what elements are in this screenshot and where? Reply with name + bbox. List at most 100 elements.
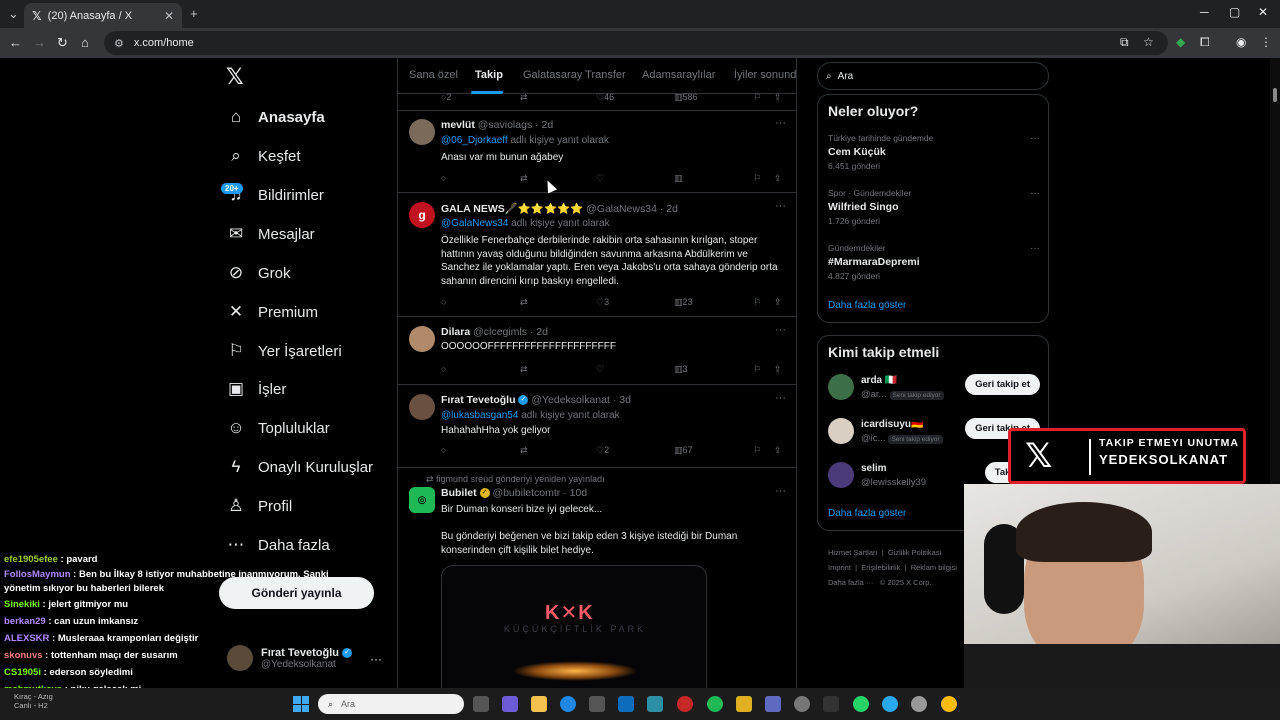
trend-more-icon[interactable]: ··· bbox=[1030, 133, 1040, 144]
author-name[interactable]: GALA NEWS🖋️⭐⭐⭐⭐⭐ bbox=[441, 203, 583, 215]
chrome-icon[interactable] bbox=[941, 696, 957, 712]
footer-link[interactable]: Imprint bbox=[828, 563, 851, 572]
tweet[interactable]: ⇄ figmund sreud gönderiyi yeniden yayınl… bbox=[398, 469, 796, 688]
trend-more-icon[interactable]: ··· bbox=[1030, 188, 1040, 199]
author-name[interactable]: mevlüt bbox=[441, 119, 475, 131]
maximize-icon[interactable]: ▢ bbox=[1229, 5, 1240, 19]
profile-avatar-icon[interactable]: ◉ bbox=[1236, 35, 1246, 49]
reply-mention[interactable]: @GalaNews34 bbox=[441, 218, 508, 229]
views-icon[interactable]: ▥ 23 bbox=[674, 297, 693, 308]
author-handle[interactable]: @saviolags bbox=[478, 119, 532, 131]
tweet[interactable]: g GALA NEWS🖋️⭐⭐⭐⭐⭐ @GalaNews34 · 2d ··· … bbox=[398, 194, 796, 317]
share-icon[interactable]: ⇪ bbox=[774, 92, 782, 103]
avatar[interactable] bbox=[828, 374, 854, 400]
trend-item[interactable]: Gündemdekiler #MarmaraDepremi 4.827 gönd… bbox=[828, 243, 1040, 281]
footer-link[interactable]: Hizmet Şartları bbox=[828, 548, 878, 557]
trend-more-icon[interactable]: ··· bbox=[1030, 243, 1040, 254]
search-input[interactable]: ⌕ Ara bbox=[817, 62, 1049, 90]
repost-icon[interactable]: ⇄ bbox=[520, 92, 528, 103]
views-icon[interactable]: ▥ bbox=[674, 173, 683, 184]
nav-item-profile[interactable]: ♙ Profil bbox=[226, 494, 292, 518]
window-close-icon[interactable]: ✕ bbox=[1258, 5, 1268, 19]
copilot-icon[interactable] bbox=[502, 696, 518, 712]
reply-icon[interactable]: ○ bbox=[441, 445, 446, 455]
tab-close-icon[interactable]: ✕ bbox=[164, 9, 174, 23]
nav-item-mail[interactable]: ✉ Mesajlar bbox=[226, 222, 315, 246]
share-icon[interactable]: ⇪ bbox=[774, 297, 782, 308]
trend-title[interactable]: Cem Küçük bbox=[828, 146, 1040, 158]
tweet[interactable]: mevlüt @saviolags · 2d ··· @06_Djorkaeff… bbox=[398, 111, 796, 193]
telegram-icon[interactable] bbox=[882, 696, 898, 712]
avatar[interactable] bbox=[828, 462, 854, 488]
bookmark-icon[interactable]: ⚐ bbox=[753, 364, 761, 375]
start-icon[interactable] bbox=[293, 696, 309, 712]
tweet-more-icon[interactable]: ··· bbox=[775, 200, 786, 212]
footer-link[interactable]: Reklam bilgisi bbox=[911, 563, 957, 572]
repost-icon[interactable]: ⇄ bbox=[520, 445, 528, 456]
reply-icon[interactable]: ○ bbox=[441, 297, 446, 307]
avatar[interactable] bbox=[828, 418, 854, 444]
nav-item-x[interactable]: ✕ Premium bbox=[226, 300, 318, 324]
spotify-icon[interactable] bbox=[707, 696, 723, 712]
follow-suggestion[interactable]: arda 🇮🇹 @ar... Seni takip ediyor Geri tak… bbox=[828, 374, 1040, 404]
tweet-time[interactable]: · 10d bbox=[563, 487, 587, 499]
task-view-icon[interactable] bbox=[473, 696, 489, 712]
repost-icon[interactable]: ⇄ bbox=[520, 173, 528, 184]
bookmark-icon[interactable]: ⚐ bbox=[753, 173, 761, 184]
edge-icon[interactable] bbox=[560, 696, 576, 712]
minimize-icon[interactable]: ─ bbox=[1200, 5, 1209, 19]
tweet-more-icon[interactable]: ··· bbox=[775, 117, 786, 129]
footer-link[interactable]: Gizlilik Politikası bbox=[888, 548, 942, 557]
author-name[interactable]: Fırat Tevetoğlu bbox=[441, 394, 515, 406]
back-icon[interactable]: ← bbox=[9, 35, 22, 50]
taskbar-search[interactable]: ⌕ Ara bbox=[318, 694, 464, 714]
x-logo-icon[interactable]: 𝕏 bbox=[226, 64, 244, 90]
bookmark-star-icon[interactable]: ☆ bbox=[1143, 35, 1154, 49]
tweet-time[interactable]: · 2d bbox=[660, 203, 678, 215]
tab-search-icon[interactable]: ⌄ bbox=[8, 6, 19, 22]
outlook-icon[interactable] bbox=[618, 696, 634, 712]
home-browser-icon[interactable]: ⌂ bbox=[81, 35, 89, 50]
trend-item[interactable]: Spor · Gündemdekiler Wilfried Singo 1.72… bbox=[828, 188, 1040, 226]
suggestion-name[interactable]: arda 🇮🇹 bbox=[861, 375, 897, 386]
suggestion-name[interactable]: selim bbox=[861, 463, 887, 474]
nav-item-briefcase[interactable]: ▣ İşler bbox=[226, 377, 286, 401]
new-tab-icon[interactable]: + bbox=[190, 6, 198, 21]
nav-item-grok[interactable]: ⊘ Grok bbox=[226, 261, 291, 285]
avatar[interactable]: g bbox=[409, 202, 435, 228]
browser-menu-icon[interactable]: ⋮ bbox=[1260, 35, 1272, 49]
footer-link[interactable]: Erişilebilirlik bbox=[861, 563, 900, 572]
views-icon[interactable]: ▥ 586 bbox=[674, 92, 698, 103]
author-handle[interactable]: @clcegimls bbox=[473, 326, 527, 338]
like-icon[interactable]: ♡ bbox=[596, 173, 604, 184]
views-icon[interactable]: ▥ 3 bbox=[674, 364, 688, 375]
tab-adamsaraylilar[interactable]: Adamsaraylılar bbox=[642, 69, 715, 81]
scrollbar-thumb[interactable] bbox=[1273, 88, 1277, 102]
bookmark-icon[interactable]: ⚐ bbox=[753, 445, 761, 456]
repost-icon[interactable]: ⇄ bbox=[520, 364, 528, 375]
who-show-more-link[interactable]: Daha fazla göster bbox=[828, 508, 906, 519]
forward-icon[interactable]: → bbox=[33, 35, 46, 50]
tweet-more-icon[interactable]: ··· bbox=[775, 485, 786, 497]
tweet-more-icon[interactable]: ··· bbox=[775, 324, 786, 336]
site-info-icon[interactable]: ⚙ bbox=[114, 37, 124, 50]
teams-icon[interactable] bbox=[765, 696, 781, 712]
trend-title[interactable]: Wilfried Singo bbox=[828, 201, 1040, 213]
bookmark-icon[interactable]: ⚐ bbox=[753, 92, 761, 103]
app-icon[interactable] bbox=[647, 696, 663, 712]
app-icon[interactable] bbox=[823, 696, 839, 712]
trend-item[interactable]: Türkiye tarihinde gündemde Cem Küçük 6.4… bbox=[828, 133, 1040, 171]
share-icon[interactable]: ⇪ bbox=[774, 364, 782, 375]
opera-icon[interactable] bbox=[677, 696, 693, 712]
nav-item-bolt[interactable]: ϟ Onaylı Kuruluşlar bbox=[226, 455, 374, 479]
avatar[interactable] bbox=[409, 326, 435, 352]
suggestion-name[interactable]: icardisuyu🇩🇪 bbox=[861, 419, 923, 430]
reply-icon[interactable]: ○ bbox=[441, 173, 446, 183]
app-icon[interactable] bbox=[911, 696, 927, 712]
reply-mention[interactable]: @06_Djorkaeff bbox=[441, 135, 508, 146]
shield-extension-icon[interactable]: ◆ bbox=[1176, 35, 1185, 49]
like-icon[interactable]: ♡ 2 bbox=[596, 445, 609, 456]
avatar[interactable] bbox=[409, 119, 435, 145]
nav-item-bookmark[interactable]: ⚐ Yer İşaretleri bbox=[226, 339, 341, 363]
share-icon[interactable]: ⇪ bbox=[774, 173, 782, 184]
